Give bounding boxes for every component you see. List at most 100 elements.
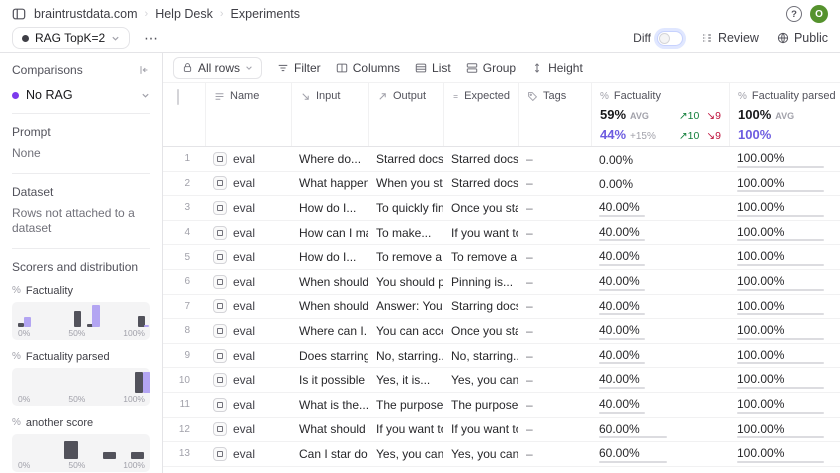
row-expected: If you want to... [443,226,518,240]
row-expected: Yes, you can... [443,373,518,387]
diff-toggle[interactable] [657,31,683,46]
select-all-checkbox[interactable] [177,89,179,105]
row-output: To remove a... [368,250,443,264]
column-header-expected[interactable]: Expected [443,83,518,146]
column-header-factuality-parsed[interactable]: %Factuality parsed 100%AVG 100% [729,83,840,146]
table-row[interactable]: 1evalWhere do...Starred docs...Starred d… [163,147,840,172]
row-input: What is the... [291,398,368,412]
eval-icon [213,299,227,313]
score-bar [737,239,824,241]
table-row[interactable]: 3evalHow do I...To quickly fin...Once yo… [163,196,840,221]
row-number: 13 [163,448,205,459]
rows-filter-button[interactable]: All rows [173,57,262,79]
histogram-factuality[interactable]: 0% 50% 100% [12,302,150,340]
row-factuality-parsed: 100.00% [729,445,840,463]
row-factuality-parsed: 100.00% [729,298,840,316]
table-row[interactable]: 8evalWhere can I...You can acce...Once y… [163,319,840,344]
row-name: eval [233,152,255,166]
histogram-factuality-parsed[interactable]: 0% 50% 100% [12,368,150,406]
scorer-factuality: %Factuality 0% 50% 100% [12,285,150,340]
table-row[interactable]: 5evalHow do I...To remove a...To remove … [163,245,840,270]
height-button[interactable]: Height [531,61,583,75]
breadcrumb-org[interactable]: braintrustdata.com [34,7,138,21]
row-expected: The purpose ... [443,398,518,412]
row-input: How can I ma... [291,226,368,240]
row-tags: – [518,349,591,363]
table-row[interactable]: 10evalIs it possible t...Yes, it is...Ye… [163,368,840,393]
avg-label: AVG [630,111,649,121]
improvements-count: ↗10 [679,110,699,122]
row-name: eval [233,176,255,190]
sidebar-panel-icon[interactable] [12,7,26,21]
row-factuality-parsed: 100.00% [729,322,840,340]
score-bar [737,215,824,217]
row-expected: To remove a... [443,250,518,264]
column-header-output[interactable]: Output [368,83,443,146]
table-row[interactable]: 6evalWhen should I...You should pi...Pin… [163,270,840,295]
table-row[interactable]: 11evalWhat is the...The purpose ...The p… [163,393,840,418]
breadcrumb-section[interactable]: Experiments [231,7,300,21]
eval-icon [213,447,227,461]
row-number: 8 [163,325,205,336]
row-output: Starred docs... [368,152,443,166]
table-row[interactable]: 12evalWhat should I...If you want to...I… [163,418,840,443]
group-button[interactable]: Group [466,61,516,75]
eval-icon [213,226,227,240]
axis-label: 100% [123,394,145,404]
score-bar [737,166,824,168]
row-factuality: 60.00% [591,421,729,439]
row-expected: No, starring... [443,349,518,363]
column-header-name[interactable]: Name [205,83,291,146]
row-input: What happens... [291,176,368,190]
row-expected: Once you star ... [443,201,518,215]
arrow-in-icon [300,91,311,102]
eval-icon [213,349,227,363]
histogram-another-score[interactable]: 0% 50% 100% [12,434,150,472]
column-header-tags[interactable]: Tags [518,83,591,146]
eval-icon [213,422,227,436]
collapse-sidebar-icon[interactable] [138,64,150,76]
table-row[interactable]: 9evalDoes starring...No, starring...No, … [163,344,840,369]
parsed-summary-comparison: 100% [738,127,832,142]
row-output: Yes, you can... [368,447,443,461]
score-bar [737,436,824,438]
row-name: eval [233,275,255,289]
breadcrumb-project[interactable]: Help Desk [155,7,213,21]
score-bar [737,338,824,340]
public-button[interactable]: Public [777,31,828,45]
histogram-bar [143,372,150,393]
table-row[interactable]: 7evalWhen should I...Answer: You...Starr… [163,295,840,320]
row-name-cell: eval [205,201,291,215]
score-bar [599,215,645,217]
table-row[interactable]: 13evalCan I star doc...Yes, you can...Ye… [163,442,840,467]
experiment-selector[interactable]: RAG TopK=2 [12,27,130,49]
row-input: Does starring... [291,349,368,363]
table-row[interactable]: 2evalWhat happens...When you star...Star… [163,172,840,197]
row-tags: – [518,152,591,166]
comparison-selector[interactable]: No RAG [12,88,150,102]
row-expected: Starring docs ... [443,299,518,313]
table-row[interactable]: 4evalHow can I ma...To make...If you wan… [163,221,840,246]
histogram-bar [18,323,24,327]
review-button[interactable]: Review [701,31,759,45]
row-tags: – [518,324,591,338]
columns-button[interactable]: Columns [336,61,400,75]
axis-label: 50% [68,394,85,404]
row-factuality-parsed: 100.00% [729,150,840,168]
row-name: eval [233,226,255,240]
row-factuality: 40.00% [591,224,729,242]
globe-icon [777,32,789,44]
row-output: Yes, it is... [368,373,443,387]
column-header-factuality[interactable]: %Factuality 59%AVG ↗10↘9 44%+15% ↗10↘9 [591,83,729,146]
filter-button[interactable]: Filter [277,61,321,75]
list-button[interactable]: List [415,61,451,75]
row-factuality-parsed: 100.00% [729,347,840,365]
histogram-bar [135,372,143,393]
row-output: If you want to... [368,422,443,436]
row-name-cell: eval [205,447,291,461]
columns-icon [336,62,348,74]
column-header-input[interactable]: Input [291,83,368,146]
more-options-button[interactable]: ⋯ [138,30,165,47]
avatar[interactable]: O [810,5,828,23]
help-icon[interactable]: ? [786,6,802,22]
